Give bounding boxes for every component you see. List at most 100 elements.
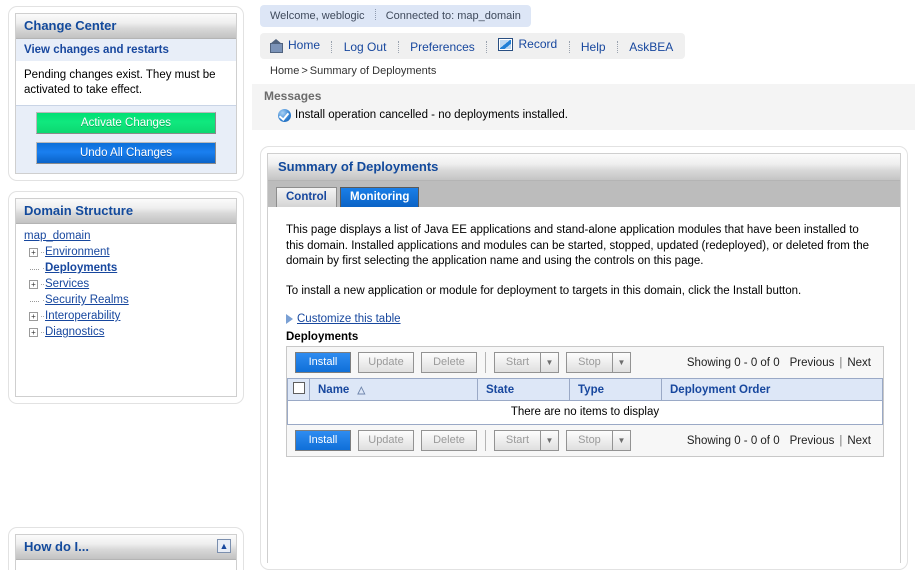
sidebar-item-label: Environment xyxy=(45,246,110,258)
sidebar-item-deployments[interactable]: · Deployments xyxy=(29,260,228,276)
customize-table-row[interactable]: Customize this table xyxy=(286,313,884,325)
record-icon xyxy=(498,37,514,51)
delete-button-bottom: Delete xyxy=(421,430,477,451)
nav-help-label: Help xyxy=(580,39,606,54)
pager-bottom: Showing 0 - 0 of 0 Previous | Next xyxy=(687,435,875,447)
toolbar-divider xyxy=(485,352,486,373)
showing-count-label: Showing 0 - 0 of 0 xyxy=(686,356,780,369)
sort-ascending-icon[interactable]: △ xyxy=(358,385,366,396)
chevron-down-icon[interactable]: ▼ xyxy=(540,352,559,373)
collapse-icon[interactable]: ▲ xyxy=(217,539,231,553)
start-button: Start xyxy=(494,352,540,373)
previous-page-link-bottom[interactable]: Previous xyxy=(790,435,835,447)
sidebar-item-interoperability[interactable]: + ·· Interoperability xyxy=(29,308,228,324)
chevron-down-icon[interactable]: ▼ xyxy=(612,430,631,451)
view-changes-and-restarts-link[interactable]: View changes and restarts xyxy=(16,39,236,62)
connected-domain-label: Connected to: map_domain xyxy=(385,10,521,22)
activate-changes-button[interactable]: Activate Changes xyxy=(36,112,216,134)
table-header-row: Name △ State Type Deployment Order xyxy=(287,378,883,401)
select-all-checkbox[interactable] xyxy=(293,382,305,394)
sidebar-item-environment[interactable]: + ·· Environment xyxy=(29,244,228,260)
tab-bar: Control Monitoring xyxy=(268,181,900,207)
column-header-name[interactable]: Name △ xyxy=(309,378,478,401)
nav-preferences-label: Preferences xyxy=(410,39,475,54)
column-header-type[interactable]: Type xyxy=(569,378,662,401)
column-header-deployment-order[interactable]: Deployment Order xyxy=(661,378,883,401)
page-title: Summary of Deployments xyxy=(268,154,900,181)
undo-all-changes-button[interactable]: Undo All Changes xyxy=(36,142,216,164)
tab-control[interactable]: Control xyxy=(276,187,337,207)
expand-plus-icon[interactable]: + xyxy=(29,247,38,257)
empty-message: There are no items to display xyxy=(287,400,883,425)
sidebar-item-security-realms[interactable]: · Security Realms xyxy=(29,292,228,308)
delete-button: Delete xyxy=(421,352,477,373)
nav-help[interactable]: Help xyxy=(581,40,606,54)
nav-home[interactable]: Home xyxy=(270,37,321,53)
tab-monitoring[interactable]: Monitoring xyxy=(339,187,420,207)
how-do-i-title: How do I... ▲ xyxy=(16,535,236,560)
description-paragraph-2: To install a new application or module f… xyxy=(286,284,802,297)
sidebar-item-label: Interoperability xyxy=(45,310,121,322)
install-button[interactable]: Install xyxy=(295,352,351,373)
table-empty-row: There are no items to display xyxy=(287,400,883,425)
nav-separator xyxy=(331,40,333,53)
nav-record-label: Record xyxy=(518,37,558,51)
change-center-inner: Change Center View changes and restarts … xyxy=(15,13,237,174)
showing-count-label-bottom: Showing 0 - 0 of 0 xyxy=(686,434,780,447)
global-navigation-bar: Home Log Out Preferences Record Help Ask… xyxy=(260,33,686,59)
column-header-state[interactable]: State xyxy=(477,378,570,401)
tree-dash: ·· xyxy=(40,247,45,257)
nav-askbea-label: AskBEA xyxy=(629,39,674,54)
welcome-divider xyxy=(374,9,376,20)
table-body: There are no items to display xyxy=(287,400,883,425)
expand-plus-icon[interactable]: + xyxy=(29,327,38,337)
nav-separator xyxy=(568,40,570,53)
welcome-bar: Welcome, weblogic Connected to: map_doma… xyxy=(260,5,531,27)
message-text: Install operation cancelled - no deploym… xyxy=(295,109,568,121)
deployments-table-box: Install Update Delete Start ▼ Stop ▼ Sho… xyxy=(286,346,884,457)
tree-dash: ·· xyxy=(40,279,45,289)
next-page-link[interactable]: Next xyxy=(847,357,871,369)
nav-home-label: Home xyxy=(288,37,321,52)
message-item: Install operation cancelled - no deploym… xyxy=(278,108,915,122)
tree-leaf-icon xyxy=(29,296,40,305)
how-do-i-body xyxy=(16,560,236,570)
toolbar-divider xyxy=(485,430,486,451)
sidebar-item-services[interactable]: + ·· Services xyxy=(29,276,228,292)
expand-plus-icon[interactable]: + xyxy=(29,279,38,289)
nav-preferences[interactable]: Preferences xyxy=(410,40,475,54)
nav-log-out[interactable]: Log Out xyxy=(344,40,387,54)
change-center-title: Change Center xyxy=(16,14,236,39)
how-do-i-inner: How do I... ▲ xyxy=(15,534,237,570)
messages-label: Messages xyxy=(264,88,322,103)
tree-root-map-domain[interactable]: map_domain xyxy=(24,230,90,242)
content-body: This page displays a list of Java EE app… xyxy=(268,207,900,457)
next-page-link-bottom[interactable]: Next xyxy=(847,435,871,447)
expand-plus-icon[interactable]: + xyxy=(29,311,38,321)
domain-structure-title: Domain Structure xyxy=(16,199,236,224)
how-do-i-panel: How do I... ▲ xyxy=(8,527,244,570)
install-button-bottom[interactable]: Install xyxy=(295,430,351,451)
update-button: Update xyxy=(358,352,414,373)
nav-askbea[interactable]: AskBEA xyxy=(629,40,673,54)
tree-dash: · xyxy=(42,263,45,273)
table-head: Name △ State Type Deployment Order xyxy=(287,378,883,401)
pager-separator: | xyxy=(839,356,843,369)
stop-button-bottom: Stop xyxy=(566,430,612,451)
chevron-down-icon[interactable]: ▼ xyxy=(540,430,559,451)
chevron-down-icon[interactable]: ▼ xyxy=(612,352,631,373)
previous-page-link[interactable]: Previous xyxy=(790,357,835,369)
domain-structure-tree: map_domain + ·· Environment · Deployment… xyxy=(16,224,236,396)
domain-structure-panel: Domain Structure map_domain + ·· Environ… xyxy=(8,191,244,404)
tree-leaf-icon xyxy=(29,264,40,273)
nav-record[interactable]: Record xyxy=(498,37,557,51)
breadcrumb-current: Summary of Deployments xyxy=(309,64,437,77)
start-split-button: Start ▼ xyxy=(494,352,559,373)
success-check-icon xyxy=(278,108,291,122)
main-content-area: Welcome, weblogic Connected to: map_doma… xyxy=(252,0,915,570)
customize-this-table-link: Customize this table xyxy=(297,313,401,325)
stop-split-button: Stop ▼ xyxy=(566,352,631,373)
sidebar-item-label: Security Realms xyxy=(45,294,129,306)
breadcrumb-home[interactable]: Home xyxy=(270,65,299,77)
sidebar-item-diagnostics[interactable]: + ·· Diagnostics xyxy=(29,324,228,340)
